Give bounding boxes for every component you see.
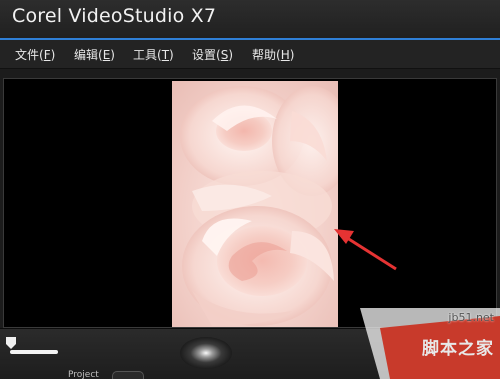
menu-edit-label: 编辑 [74,48,99,62]
scrubber-track[interactable] [10,350,58,354]
menu-settings-label: 设置 [192,48,217,62]
videostudio-window: Corel VideoStudio X7 文件(F) 编辑(E) 工具(T) 设… [0,0,500,379]
playback-controls: Project [0,328,500,379]
app-title: Corel VideoStudio X7 [12,5,217,27]
menu-bar: 文件(F) 编辑(E) 工具(T) 设置(S) 帮助(H) [0,40,500,69]
title-bar: Corel VideoStudio X7 [0,0,500,40]
scrubber-thumb-icon[interactable] [6,337,16,349]
menu-file-key: F [43,48,51,62]
menu-file[interactable]: 文件(F) [15,46,55,63]
menu-settings-key: S [220,48,229,62]
rose-photo [172,81,338,327]
preview-window[interactable] [3,78,497,328]
menu-file-label: 文件 [15,48,40,62]
menu-help-key: H [280,48,290,62]
menu-edit[interactable]: 编辑(E) [74,46,115,63]
jog-wheel[interactable] [180,337,232,369]
menu-edit-key: E [102,48,111,62]
menu-settings[interactable]: 设置(S) [192,46,233,63]
menu-help-label: 帮助 [252,48,277,62]
menu-tools-label: 工具 [133,48,158,62]
project-mode-label: Project [68,370,99,379]
menu-help[interactable]: 帮助(H) [252,46,294,63]
menu-tools-key: T [161,48,170,62]
project-clip-toggle[interactable] [112,371,144,379]
menu-tools[interactable]: 工具(T) [133,46,174,63]
